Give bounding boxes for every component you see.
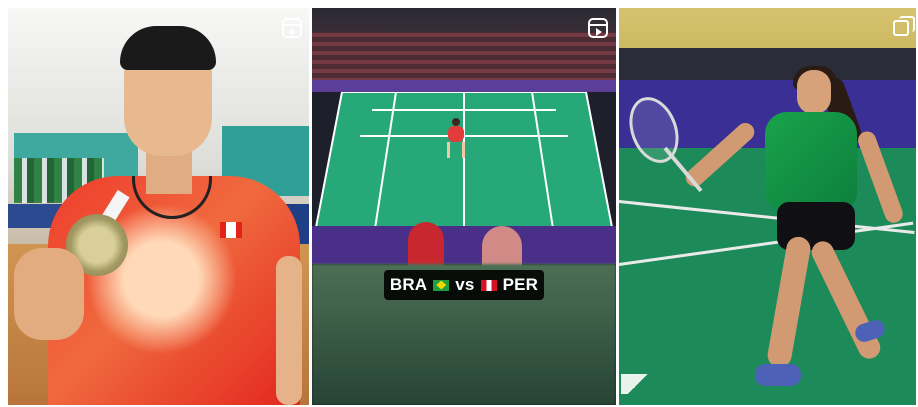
tile-2-player-legs (447, 142, 465, 158)
match-caption: BRA vs PER (384, 270, 544, 300)
post-tile-3[interactable] (619, 8, 916, 405)
reel-icon (588, 18, 608, 38)
tile-3-athlete-shoe-left (755, 364, 801, 386)
tile-2-player-shirt (448, 126, 464, 142)
tile-3-athlete-leg-right (808, 237, 884, 363)
post-tile-2[interactable]: BRA vs PER (312, 8, 616, 405)
tile-2-bottom-board (312, 226, 616, 264)
tile-1-arm (276, 256, 302, 405)
post-grid: BRA vs PER (8, 8, 916, 405)
reel-icon (282, 18, 302, 38)
versus-label: vs (455, 275, 475, 294)
carousel-icon (893, 16, 915, 36)
tile-1-hand (14, 248, 84, 340)
tile-3-athlete-face (797, 70, 831, 114)
tile-1-canada-flag-patch (220, 222, 242, 238)
tile-3-athlete-leg-left (765, 234, 813, 370)
tile-2-ad-board (312, 80, 616, 92)
team-b-label: PER (502, 275, 539, 294)
tile-2-player (443, 118, 469, 158)
team-a-label: BRA (389, 275, 428, 294)
tile-3-athlete-jersey (765, 112, 857, 208)
tile-2-player-head (452, 118, 460, 126)
post-tile-1[interactable] (8, 8, 309, 405)
tile-2-court-lines (312, 92, 616, 248)
tile-2-umpire-1 (408, 222, 444, 266)
peru-flag-icon (480, 279, 497, 291)
tile-2-seats (312, 32, 616, 82)
tile-2-umpire-2 (482, 226, 522, 266)
tile-3-court-logo (621, 374, 661, 394)
tile-3-athlete (682, 66, 906, 386)
brazil-flag-icon (433, 279, 450, 291)
tile-1-player-hair (120, 26, 216, 70)
